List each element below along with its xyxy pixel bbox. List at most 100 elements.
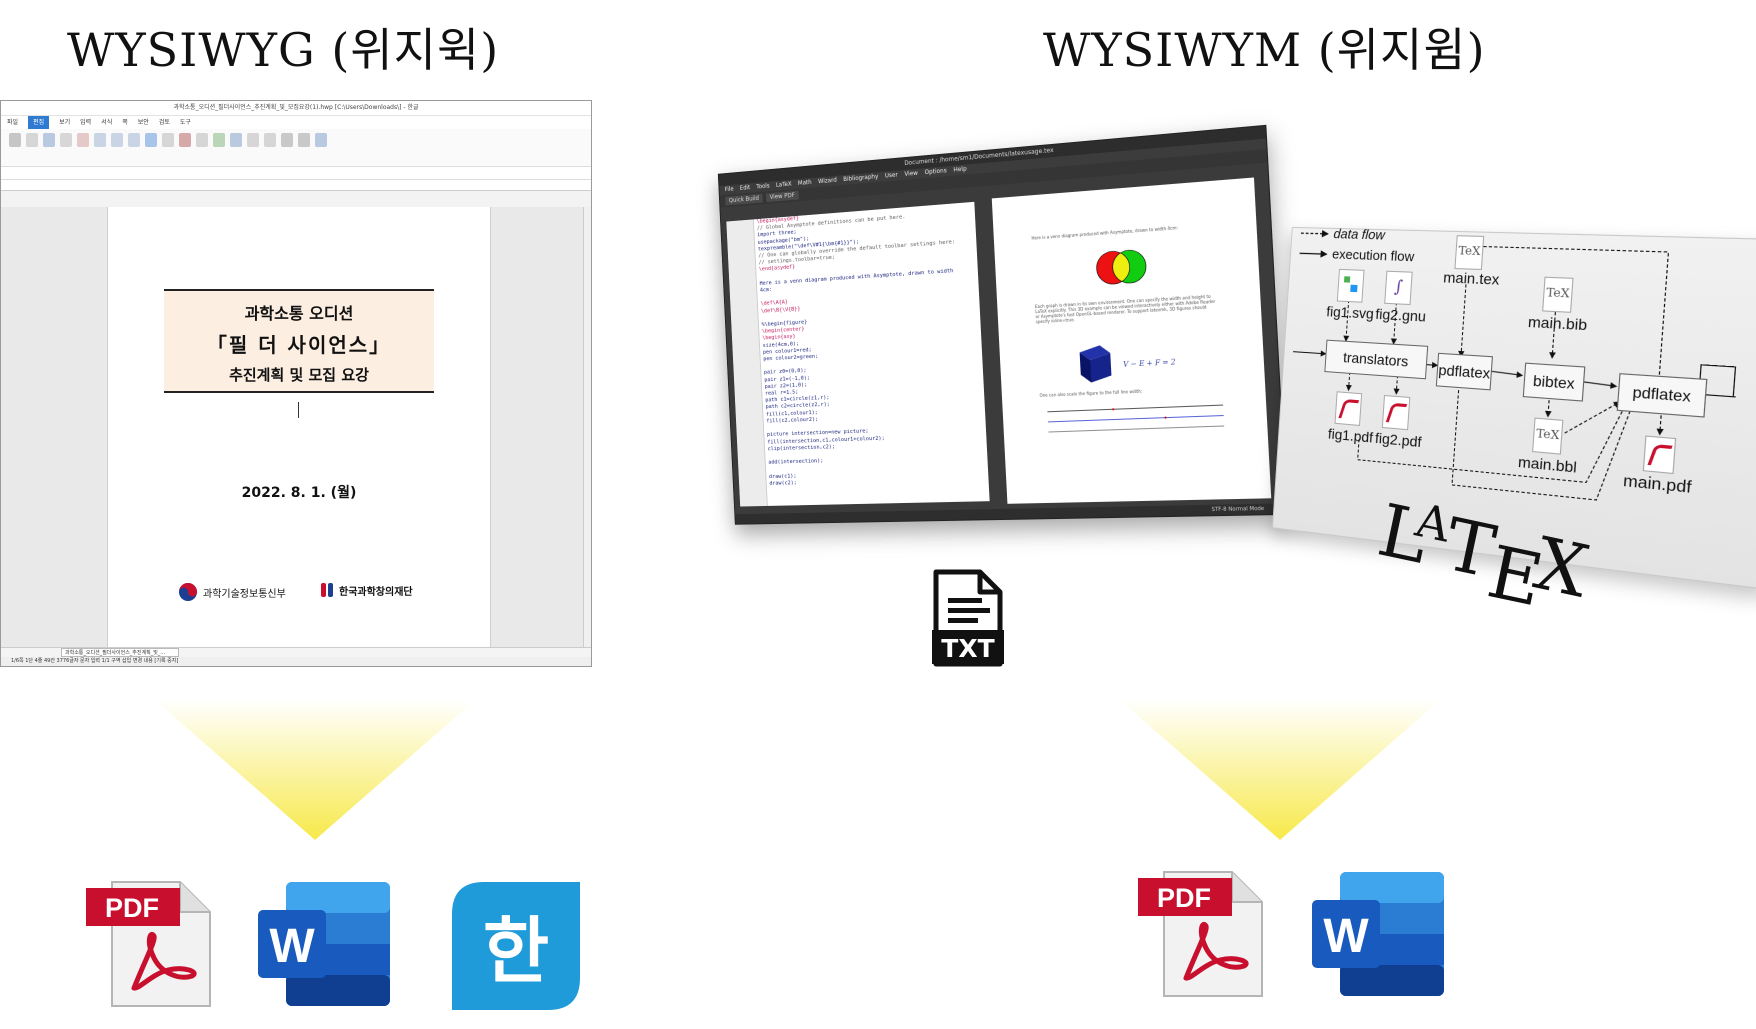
pdf-file-icon-right: PDF xyxy=(1138,871,1263,997)
org-foundation: 한국과학창의재단 xyxy=(320,582,413,598)
org-ministry-label: 과학기술정보통신부 xyxy=(203,588,286,600)
kmenu-view[interactable]: View xyxy=(904,169,918,180)
menu-page[interactable]: 쪽 xyxy=(122,116,128,129)
shape-icon[interactable] xyxy=(230,133,242,147)
down-arrow-right xyxy=(1120,700,1440,840)
menu-review[interactable]: 검토 xyxy=(159,116,170,129)
pdf-preview[interactable]: Here is a venn diagram produced with Asy… xyxy=(991,177,1272,504)
kmenu-edit[interactable]: Edit xyxy=(740,183,751,193)
menu-format[interactable]: 서식 xyxy=(101,116,112,129)
hancom-menubar: 파일 편집 보기 입력 서식 쪽 보안 검토 도구 xyxy=(1,116,591,129)
char-shape-icon[interactable] xyxy=(94,133,106,147)
latex-logo: L A T E X xyxy=(1371,500,1596,620)
hancom-canvas: 과학소통 오디션 「필 더 사이언스」 추진계획 및 모집 요강 2022. 8… xyxy=(1,207,584,647)
hancom-window: 과학소통_오디션_필더사이언스_추진계획_및_모집요강(1).hwp [C:\U… xyxy=(0,100,592,667)
main-bib-icon: TeX xyxy=(1542,276,1574,313)
kmenu-tools[interactable]: Tools xyxy=(756,182,770,193)
kmenu-options[interactable]: Options xyxy=(924,166,947,178)
kile-window: Document : /home/sm1/Documents/latexusag… xyxy=(717,124,1288,525)
preview-text-3: One can also scale the figure to the ful… xyxy=(1039,388,1143,398)
title-line-3: 추진계획 및 모집 요강 xyxy=(229,366,369,384)
preview-text-1: Here is a venn diagram produced with Asy… xyxy=(1031,225,1179,241)
kofac-logo-icon xyxy=(321,583,333,597)
document-date: 2022. 8. 1. (월) xyxy=(241,485,357,501)
word-file-icon-right: W xyxy=(1312,872,1444,996)
main-pdf-icon xyxy=(1642,435,1677,475)
equation-icon[interactable] xyxy=(264,133,276,147)
file-main-tex: main.tex xyxy=(1442,268,1500,288)
kmenu-latex[interactable]: LaTeX xyxy=(776,180,792,191)
document-tab[interactable]: 과학소통_오디션_필더사이언스_추진계획_및_... xyxy=(61,648,179,657)
title-box: 과학소통 오디션 「필 더 사이언스」 추진계획 및 모집 요강 xyxy=(164,289,434,393)
svg-text:X: X xyxy=(1528,521,1596,614)
org-ministry: 과학기술정보통신부 xyxy=(178,582,286,602)
legend-data-flow: data flow xyxy=(1333,225,1386,243)
copy-icon[interactable] xyxy=(26,133,38,147)
file-main-bib: main.bib xyxy=(1527,312,1588,334)
txt-label: TXT xyxy=(941,634,994,663)
file-fig2-gnu: fig2.gnu xyxy=(1374,305,1427,325)
preview-text-2: Each graph is drawn in its own environme… xyxy=(1034,293,1216,325)
hangul-label: 한 xyxy=(483,909,549,993)
main-tex-icon: TeX xyxy=(1454,235,1485,271)
svg-file-icon xyxy=(1336,268,1365,303)
kile-statusbar: STF-8 Normal Mode xyxy=(735,503,1287,524)
down-arrow-left xyxy=(155,700,475,840)
kmenu-math[interactable]: Math xyxy=(798,178,812,189)
menu-tools[interactable]: 도구 xyxy=(180,116,191,129)
image-icon[interactable] xyxy=(213,133,225,147)
menu-view[interactable]: 보기 xyxy=(59,116,70,129)
gnuplot-file-icon: ∫ xyxy=(1384,270,1413,306)
menu-edit[interactable]: 편집 xyxy=(28,116,50,129)
kmenu-wizard[interactable]: Wizard xyxy=(818,176,837,187)
code-editor[interactable]: \begin{asydef}// Global Asymptote defini… xyxy=(726,201,990,507)
paste-icon[interactable] xyxy=(43,133,55,147)
menu-file[interactable]: 파일 xyxy=(7,116,18,129)
page-layout-icon[interactable] xyxy=(145,133,157,147)
kmenu-file[interactable]: File xyxy=(725,185,734,195)
spell-icon[interactable] xyxy=(315,133,327,147)
pdf-label: PDF xyxy=(105,893,159,923)
cube-figure: V − E + F = 2 xyxy=(1079,344,1176,383)
text-caret xyxy=(298,402,299,418)
euler-formula: V − E + F = 2 xyxy=(1123,358,1176,369)
taegeuk-logo-icon xyxy=(179,583,197,601)
wysiwyg-heading: WYSIWYG (위지윅) xyxy=(67,23,500,77)
word-file-icon: W xyxy=(258,882,390,1006)
pdf-file-icon: PDF xyxy=(86,881,211,1007)
step-pdflatex-1: pdflatex xyxy=(1435,352,1493,391)
vertical-scrollbar[interactable] xyxy=(583,207,591,647)
replace-icon[interactable] xyxy=(298,133,310,147)
title-line-1: 과학소통 오디션 xyxy=(244,304,354,323)
chart-icon[interactable] xyxy=(179,133,191,147)
title-line-2: 「필 더 사이언스」 xyxy=(206,333,392,357)
venn-diagram xyxy=(1089,243,1153,292)
hancom-statusbar: 1/6쪽 1단 4줄 49칸 3776글자 문자 입력 1/1 구역 삽입 변경… xyxy=(1,657,591,666)
menu-insert[interactable]: 입력 xyxy=(80,116,91,129)
hangul-file-icon: 한 xyxy=(452,882,580,1010)
hancom-ribbon xyxy=(1,129,591,167)
scaled-figure xyxy=(1042,400,1230,438)
kmenu-help[interactable]: Help xyxy=(953,165,967,176)
pdf-label-right: PDF xyxy=(1157,883,1211,913)
find-icon[interactable] xyxy=(281,133,293,147)
menu-security[interactable]: 보안 xyxy=(138,116,149,129)
clear-format-icon[interactable] xyxy=(77,133,89,147)
kmenu-user[interactable]: User xyxy=(885,171,898,182)
wysiwym-heading: WYSIWYM (위지윔) xyxy=(1043,23,1486,77)
format-copy-icon[interactable] xyxy=(60,133,72,147)
word-label-right: W xyxy=(1323,910,1369,963)
column-icon[interactable] xyxy=(196,133,208,147)
cut-icon[interactable] xyxy=(9,133,21,147)
style-icon[interactable] xyxy=(128,133,140,147)
txt-file-icon: TXT xyxy=(932,569,1004,667)
legend-execution-flow: execution flow xyxy=(1331,246,1415,265)
fig2-pdf-icon xyxy=(1381,394,1411,431)
view-pdf-button[interactable]: View PDF xyxy=(765,190,799,203)
textbox-icon[interactable] xyxy=(247,133,259,147)
table-icon[interactable] xyxy=(162,133,174,147)
document-page[interactable]: 과학소통 오디션 「필 더 사이언스」 추진계획 및 모집 요강 2022. 8… xyxy=(107,207,491,647)
para-shape-icon[interactable] xyxy=(111,133,123,147)
ruler xyxy=(1,180,591,191)
quick-build-button[interactable]: Quick Build xyxy=(725,193,763,206)
